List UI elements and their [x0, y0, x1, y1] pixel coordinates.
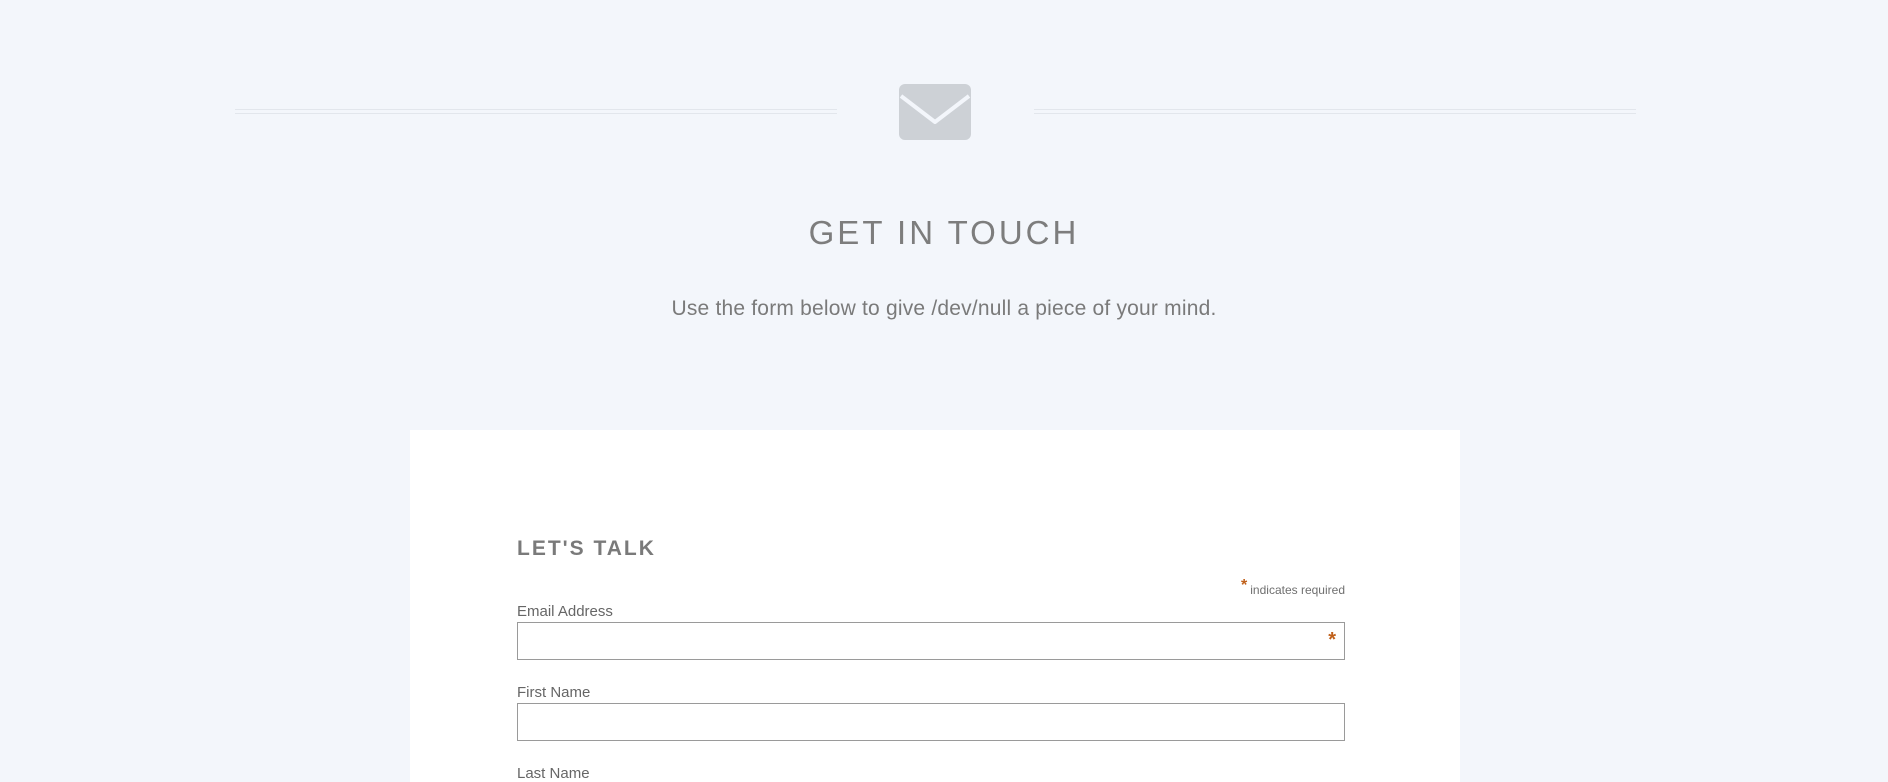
email-required-asterisk: * [1328, 629, 1336, 651]
form-title: LET'S TALK [517, 537, 656, 560]
first-name-label: First Name [517, 684, 591, 701]
required-note: * indicates required [1241, 577, 1345, 599]
email-label: Email Address [517, 603, 613, 620]
page-subtitle: Use the form below to give /dev/null a p… [671, 297, 1217, 320]
header-divider [0, 84, 1888, 142]
signup-form-card: LET'S TALK * indicates required Email Add… [410, 430, 1460, 782]
email-field[interactable] [517, 622, 1345, 660]
envelope-icon [899, 84, 971, 140]
page-title: GET IN TOUCH [808, 214, 1080, 251]
divider-line-left [235, 109, 837, 114]
required-asterisk: * [1241, 577, 1248, 594]
last-name-label: Last Name [517, 765, 590, 782]
divider-line-right [1034, 109, 1636, 114]
first-name-field[interactable] [517, 703, 1345, 741]
required-note-text: indicates required [1250, 583, 1345, 597]
